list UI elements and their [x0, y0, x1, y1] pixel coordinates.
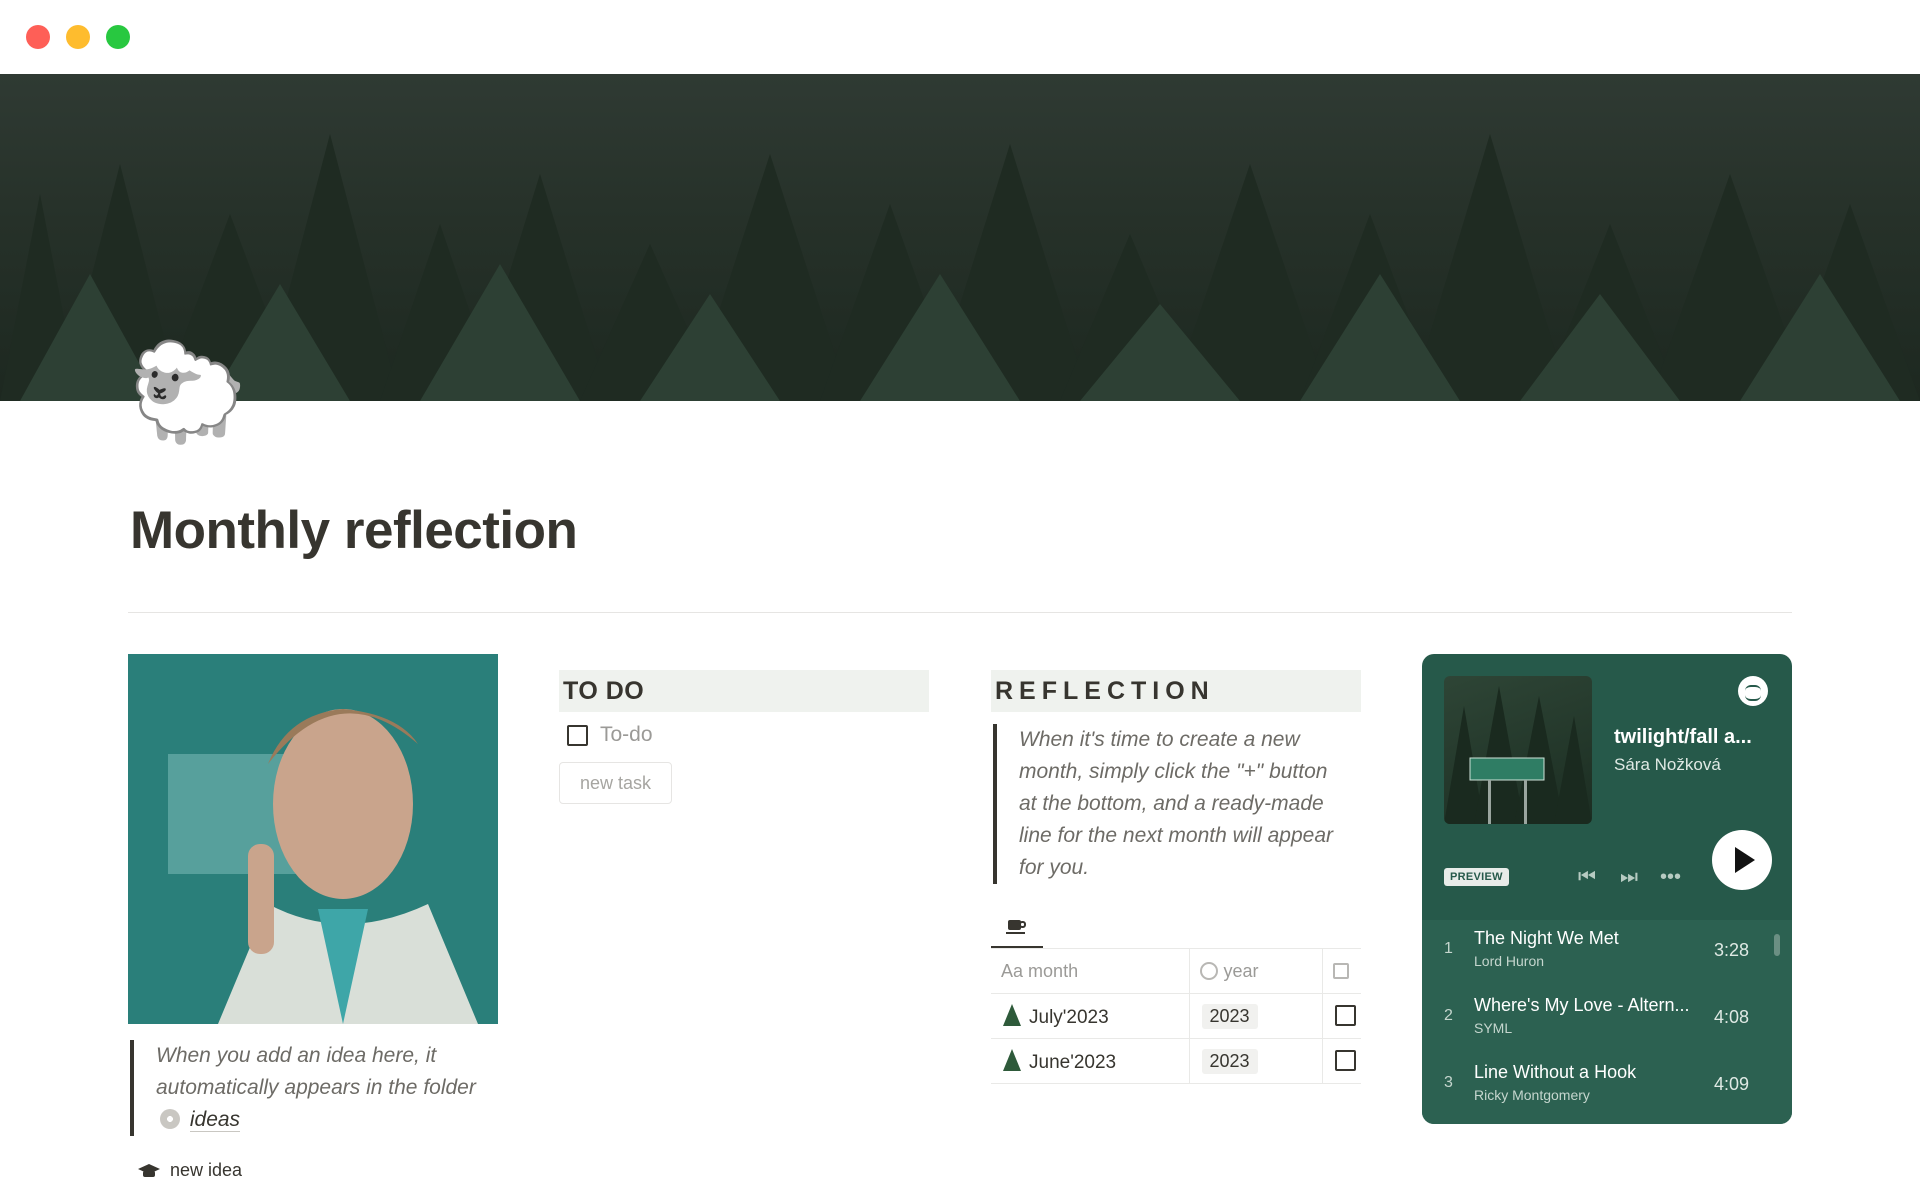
new-task-button[interactable]: new task — [559, 762, 672, 804]
evergreen-tree-icon — [1003, 1048, 1021, 1071]
more-options-icon[interactable]: ••• — [1660, 866, 1681, 889]
coffee-cup-icon — [1006, 919, 1026, 934]
text-property-icon: Aa — [1001, 960, 1024, 981]
divider — [128, 612, 1792, 613]
year-cell[interactable]: 2023 — [1188, 1038, 1322, 1084]
done-cell[interactable] — [1321, 993, 1361, 1039]
graduation-cap-icon — [138, 1163, 160, 1177]
month-value: June'2023 — [1029, 1051, 1117, 1073]
track-row[interactable]: 1 The Night We Met Lord Huron 3:28 — [1422, 920, 1792, 980]
reflection-database-table: Aa month year July'2023 2023 June'2023 2… — [991, 948, 1361, 1084]
table-row[interactable]: June'2023 2023 — [991, 1038, 1361, 1084]
tracklist-scrollbar[interactable] — [1774, 934, 1780, 956]
portrait-illustration — [128, 654, 498, 1024]
todo-item[interactable]: To-do — [567, 723, 653, 747]
spotify-logo-icon[interactable] — [1738, 676, 1768, 706]
database-view-tab[interactable] — [991, 905, 1043, 948]
track-number: 1 — [1444, 940, 1453, 957]
page-title[interactable]: Monthly reflection — [130, 500, 578, 561]
playlist-title[interactable]: twilight/fall a... — [1614, 726, 1752, 749]
playlist-owner[interactable]: Sára Nožková — [1614, 755, 1721, 775]
track-number: 2 — [1444, 1007, 1453, 1024]
window-titlebar — [0, 0, 1920, 74]
month-column-label: month — [1028, 960, 1079, 981]
table-header-row: Aa month year — [991, 948, 1361, 994]
character-portrait-image — [128, 654, 498, 1024]
column-header-checkbox[interactable] — [1321, 948, 1361, 994]
track-number: 3 — [1444, 1074, 1453, 1091]
new-idea-label: new idea — [170, 1160, 243, 1180]
page-icon-sheep[interactable]: 🐑 — [128, 345, 248, 441]
select-icon — [1199, 961, 1218, 980]
month-cell[interactable]: June'2023 — [991, 1038, 1189, 1084]
play-button[interactable] — [1712, 830, 1772, 890]
reflection-callout-quote: When it's time to create a new month, si… — [993, 724, 1333, 884]
forest-road-sign-art — [1444, 686, 1592, 824]
tracklist: 1 The Night We Met Lord Huron 3:28 2 Whe… — [1422, 920, 1792, 1124]
page-cover-image[interactable] — [0, 74, 1920, 401]
previous-track-icon[interactable]: ⏮ — [1578, 866, 1596, 889]
table-row[interactable]: July'2023 2023 — [991, 993, 1361, 1039]
ideas-callout-quote: When you add an idea here, it automatica… — [130, 1040, 500, 1136]
preview-badge: PREVIEW — [1444, 868, 1509, 886]
row-checkbox[interactable] — [1334, 1005, 1356, 1027]
column-header-month[interactable]: Aa month — [991, 948, 1189, 994]
track-duration: 3:28 — [1714, 940, 1750, 960]
checkbox-icon — [1332, 962, 1349, 979]
track-duration: 4:09 — [1714, 1074, 1750, 1094]
track-row[interactable]: 2 Where's My Love - Altern... SYML 4:08 — [1422, 987, 1792, 1047]
row-checkbox[interactable] — [1334, 1050, 1356, 1072]
playlist-cover-art[interactable] — [1444, 676, 1592, 824]
month-cell[interactable]: July'2023 — [991, 993, 1189, 1039]
track-duration: 4:08 — [1714, 1007, 1750, 1027]
track-artist: Ricky Montgomery — [1474, 1087, 1590, 1103]
minimize-window-button[interactable] — [66, 25, 90, 49]
track-artist: Lord Huron — [1474, 953, 1545, 969]
year-column-label: year — [1223, 960, 1259, 981]
track-title: Line Without a Hook — [1474, 1062, 1637, 1082]
year-cell[interactable]: 2023 — [1188, 993, 1322, 1039]
forest-cover-art — [0, 134, 1920, 401]
todo-item-label[interactable]: To-do — [600, 723, 653, 747]
year-tag: 2023 — [1201, 1003, 1258, 1029]
reflection-heading: REFLECTION — [991, 670, 1361, 712]
evergreen-tree-icon — [1003, 1003, 1021, 1026]
todo-heading: TO DO — [559, 670, 929, 712]
next-track-icon[interactable]: ⏭ — [1620, 866, 1638, 889]
column-header-year[interactable]: year — [1188, 948, 1322, 994]
todo-checkbox[interactable] — [567, 724, 588, 746]
track-artist: SYML — [1474, 1020, 1513, 1036]
track-row[interactable]: 3 Line Without a Hook Ricky Montgomery 4… — [1422, 1054, 1792, 1114]
year-tag: 2023 — [1201, 1048, 1258, 1074]
ideas-page-link[interactable]: ideas — [189, 1108, 241, 1132]
new-idea-button[interactable]: new idea — [138, 1160, 242, 1181]
track-title: Where's My Love - Altern... — [1474, 995, 1690, 1015]
close-window-button[interactable] — [26, 25, 50, 49]
track-title: The Night We Met — [1474, 928, 1619, 948]
ideas-quote-text: When you add an idea here, it automatica… — [156, 1044, 476, 1099]
done-cell[interactable] — [1321, 1038, 1361, 1084]
month-value: July'2023 — [1029, 1006, 1109, 1028]
zoom-window-button[interactable] — [106, 25, 130, 49]
disc-icon — [160, 1109, 180, 1129]
spotify-embed[interactable]: twilight/fall a... Sára Nožková PREVIEW … — [1422, 654, 1792, 1124]
